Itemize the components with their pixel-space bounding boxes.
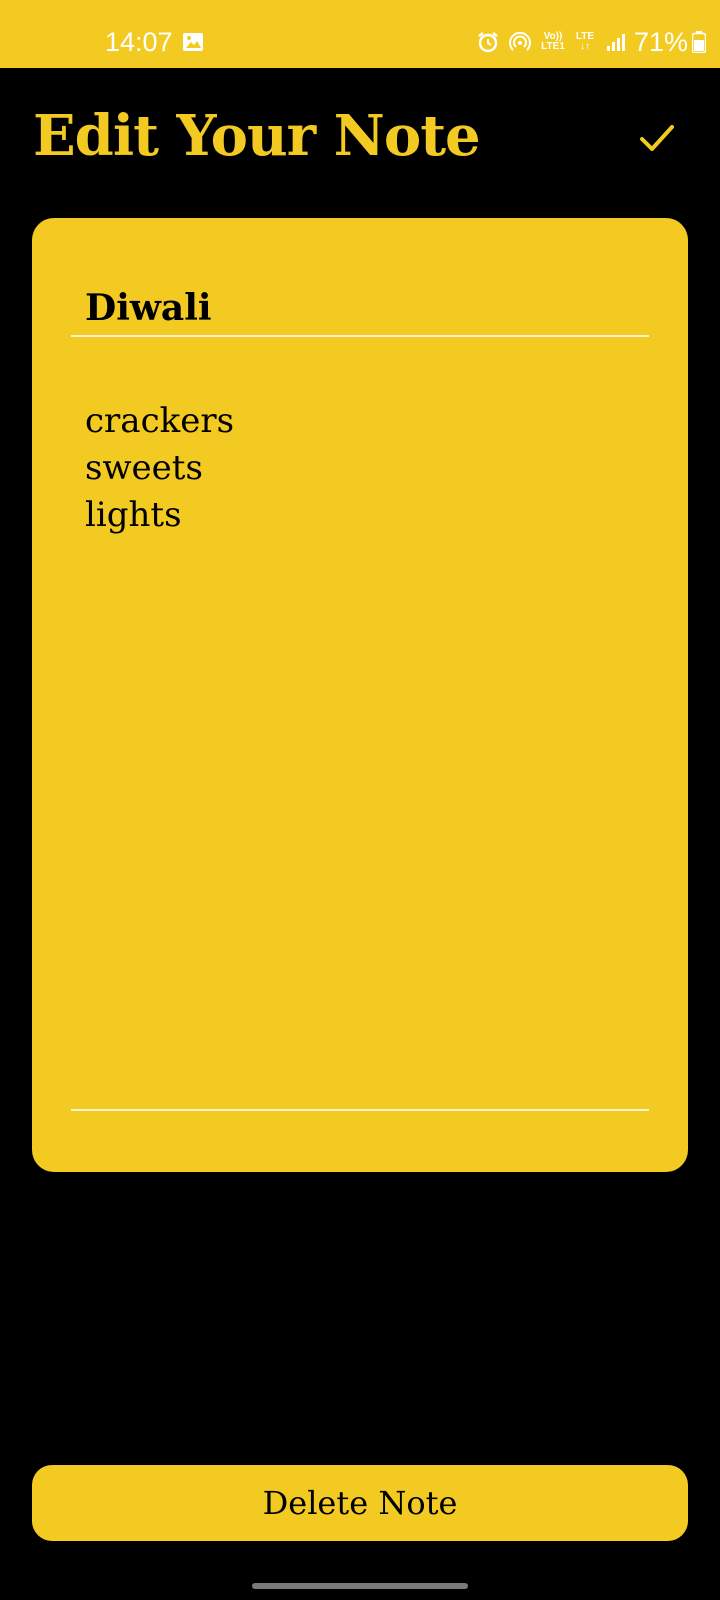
lte-indicator: LTE ↓↑ xyxy=(575,31,595,52)
save-note-button[interactable] xyxy=(626,110,688,166)
body-underline xyxy=(71,1109,649,1111)
battery-percent: 71% xyxy=(633,27,688,57)
edit-note-screen: 14:07 Vo)) LTE1 LTE ↓↑ 71% Edit Your Not… xyxy=(0,0,720,1600)
battery-icon xyxy=(692,31,706,53)
home-indicator[interactable] xyxy=(252,1583,468,1589)
note-card: crackers sweets lights xyxy=(32,218,688,1172)
status-time: 14:07 xyxy=(105,27,173,57)
title-underline xyxy=(71,335,649,337)
page-title: Edit Your Note xyxy=(33,103,481,169)
note-title-input[interactable] xyxy=(72,280,650,336)
alarm-icon xyxy=(478,32,498,53)
delete-note-button[interactable]: Delete Note xyxy=(32,1465,688,1541)
volte-indicator: Vo)) LTE1 xyxy=(541,31,565,52)
hotspot-icon xyxy=(508,31,531,51)
signal-icon xyxy=(606,34,625,51)
status-icons: Vo)) LTE1 LTE ↓↑ 71% xyxy=(468,26,706,58)
check-icon xyxy=(640,125,674,151)
note-body-input[interactable]: crackers sweets lights xyxy=(72,398,650,1078)
image-icon xyxy=(183,33,203,51)
status-bar: 14:07 Vo)) LTE1 LTE ↓↑ 71% xyxy=(0,0,720,68)
